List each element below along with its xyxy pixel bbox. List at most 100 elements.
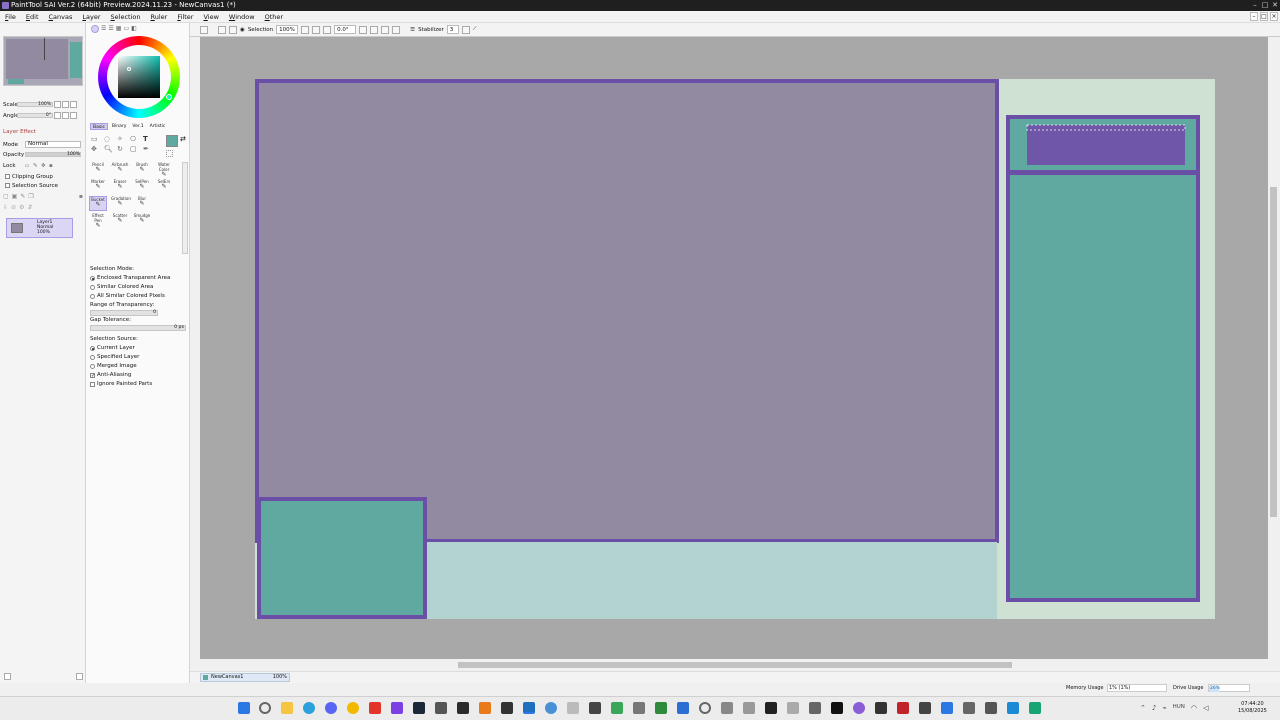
mode-option-1[interactable]: Similar Colored Area xyxy=(90,283,186,292)
close-button[interactable]: ✕ xyxy=(1270,0,1280,11)
app-icon-18[interactable] xyxy=(611,702,623,714)
app-icon-11[interactable] xyxy=(457,702,469,714)
ignore-painted-checkbox[interactable] xyxy=(90,382,95,387)
start-icon[interactable] xyxy=(238,702,250,714)
menu-filter[interactable]: Filter xyxy=(172,11,198,22)
new-linework-icon[interactable]: ✎ xyxy=(20,193,25,203)
menu-window[interactable]: Window xyxy=(224,11,260,22)
rotate-ccw-icon[interactable] xyxy=(359,25,368,34)
app-icon-35[interactable] xyxy=(985,702,997,714)
doc-restore-button[interactable]: □ xyxy=(1260,12,1268,21)
painttool-sai-icon[interactable] xyxy=(523,702,535,714)
stabilizer-field[interactable]: 3 xyxy=(446,25,459,34)
selection-source-row[interactable]: Selection Source xyxy=(5,181,58,190)
tool-scatter[interactable]: Scatter ✎ xyxy=(111,213,129,228)
lock-move-icon[interactable]: ✥ xyxy=(41,163,49,169)
tool-marker[interactable]: Marker ✎ xyxy=(89,179,107,194)
angle-field[interactable]: 0.0° xyxy=(334,25,357,34)
maximize-button[interactable]: □ xyxy=(1260,0,1270,11)
sv-marker[interactable] xyxy=(127,67,131,71)
hue-marker[interactable] xyxy=(166,94,172,100)
tool-airbrush[interactable]: Airbrush ✎ xyxy=(111,162,129,177)
lock-paint-icon[interactable]: ✎ xyxy=(33,163,41,169)
vertical-scrollbar[interactable] xyxy=(1268,37,1280,659)
layer-effect-header[interactable]: Layer Effect xyxy=(3,129,36,135)
rgb-slider-mode-icon[interactable]: ☰ xyxy=(101,25,106,33)
browser-icon[interactable] xyxy=(347,702,359,714)
app-icon-12[interactable] xyxy=(479,702,491,714)
source-radio-2[interactable] xyxy=(90,364,95,369)
document-tab[interactable]: NewCanvas1 100% xyxy=(200,673,290,682)
volume-icon[interactable]: ◁ xyxy=(1203,704,1208,712)
app-icon-27[interactable] xyxy=(809,702,821,714)
straight-line-icon[interactable]: ⟋ xyxy=(473,26,477,33)
selection-source-checkbox[interactable] xyxy=(5,183,10,188)
stamp-icon[interactable]: ⎔ xyxy=(130,135,143,143)
palette-mode-icon[interactable]: ◧ xyxy=(131,25,137,33)
layer-settings-icon[interactable]: ⚙ xyxy=(19,204,24,214)
app-purple-icon[interactable] xyxy=(391,702,403,714)
app-icon-26[interactable] xyxy=(787,702,799,714)
zoom-in-icon[interactable] xyxy=(312,25,321,34)
app-icon-32[interactable] xyxy=(919,702,931,714)
mode-radio-2[interactable] xyxy=(90,294,95,299)
microphone-icon[interactable]: ♪ xyxy=(1152,704,1156,712)
fit-icon[interactable] xyxy=(218,25,226,34)
brave-icon[interactable] xyxy=(369,702,381,714)
app-icon-34[interactable] xyxy=(963,702,975,714)
flip-icon[interactable] xyxy=(392,25,401,34)
saturation-value-square[interactable] xyxy=(118,56,160,98)
zoom-in-button[interactable] xyxy=(62,101,69,108)
source-radio-1[interactable] xyxy=(90,355,95,360)
stabilizer-dropdown-icon[interactable] xyxy=(461,25,470,34)
rotate-reset-icon[interactable] xyxy=(381,25,390,34)
horizontal-scroll-thumb[interactable] xyxy=(458,662,1012,668)
zoom-reset-icon[interactable] xyxy=(323,25,332,34)
minimize-button[interactable]: – xyxy=(1250,0,1260,11)
search-icon[interactable] xyxy=(259,702,271,714)
anti-aliasing-row[interactable]: ✓ Anti-Aliasing xyxy=(90,371,186,380)
zoom-out-icon[interactable] xyxy=(301,25,310,34)
lock-icon[interactable]: ▫ xyxy=(25,163,33,169)
tool-water-color[interactable]: Water Color ✎ xyxy=(155,162,173,178)
app-icon-15[interactable] xyxy=(545,702,557,714)
transparent-color-swatch[interactable] xyxy=(166,150,173,157)
tool-selpen[interactable]: SelPen ✎ xyxy=(133,179,151,194)
swap-color-icon[interactable]: ⇄ xyxy=(180,135,186,143)
app-icon-31[interactable] xyxy=(897,702,909,714)
zoom-field[interactable]: 100% xyxy=(276,25,299,34)
app-icon-25[interactable] xyxy=(765,702,777,714)
menu-canvas[interactable]: Canvas xyxy=(44,11,78,22)
app-icon-33[interactable] xyxy=(941,702,953,714)
app-icon-10[interactable] xyxy=(435,702,447,714)
menu-edit[interactable]: Edit xyxy=(21,11,44,22)
lasso-select-icon[interactable]: ◌ xyxy=(104,135,117,143)
current-color-swatch[interactable] xyxy=(166,135,178,147)
app-icon-36[interactable] xyxy=(1007,702,1019,714)
clock[interactable]: 07:44:20 15/08/2025 xyxy=(1238,701,1267,715)
source-option-2[interactable]: Merged Image xyxy=(90,362,186,371)
duplicate-layer-icon[interactable]: ❐ xyxy=(28,193,33,203)
menu-other[interactable]: Other xyxy=(260,11,288,22)
scale-slider[interactable]: 100% xyxy=(17,102,53,107)
mode-select[interactable]: Normal xyxy=(25,141,81,148)
horizontal-scrollbar[interactable] xyxy=(200,659,1268,671)
tool-gradation[interactable]: Gradation ✎ xyxy=(111,196,131,211)
menu-selection[interactable]: Selection xyxy=(106,11,146,22)
tool-empty-15[interactable] xyxy=(155,213,173,228)
app-icon-13[interactable] xyxy=(501,702,513,714)
layer-item[interactable]: Layer1 Normal 100% xyxy=(6,218,73,238)
tray-language[interactable]: HUN xyxy=(1173,704,1185,712)
app-icon-23[interactable] xyxy=(721,702,733,714)
rotate-right-button[interactable] xyxy=(62,112,69,119)
doc-close-button[interactable]: × xyxy=(1270,12,1278,21)
view-icon[interactable] xyxy=(200,25,208,34)
text-tool-icon[interactable]: T xyxy=(143,135,156,143)
hsv-slider-mode-icon[interactable]: ☰ xyxy=(108,25,113,33)
clipping-group-checkbox[interactable] xyxy=(5,174,10,179)
menu-layer[interactable]: Layer xyxy=(77,11,105,22)
app-icon-21[interactable] xyxy=(677,702,689,714)
app-icon-16[interactable] xyxy=(567,702,579,714)
app-icon-20[interactable] xyxy=(655,702,667,714)
vertical-scroll-thumb[interactable] xyxy=(1270,187,1277,517)
